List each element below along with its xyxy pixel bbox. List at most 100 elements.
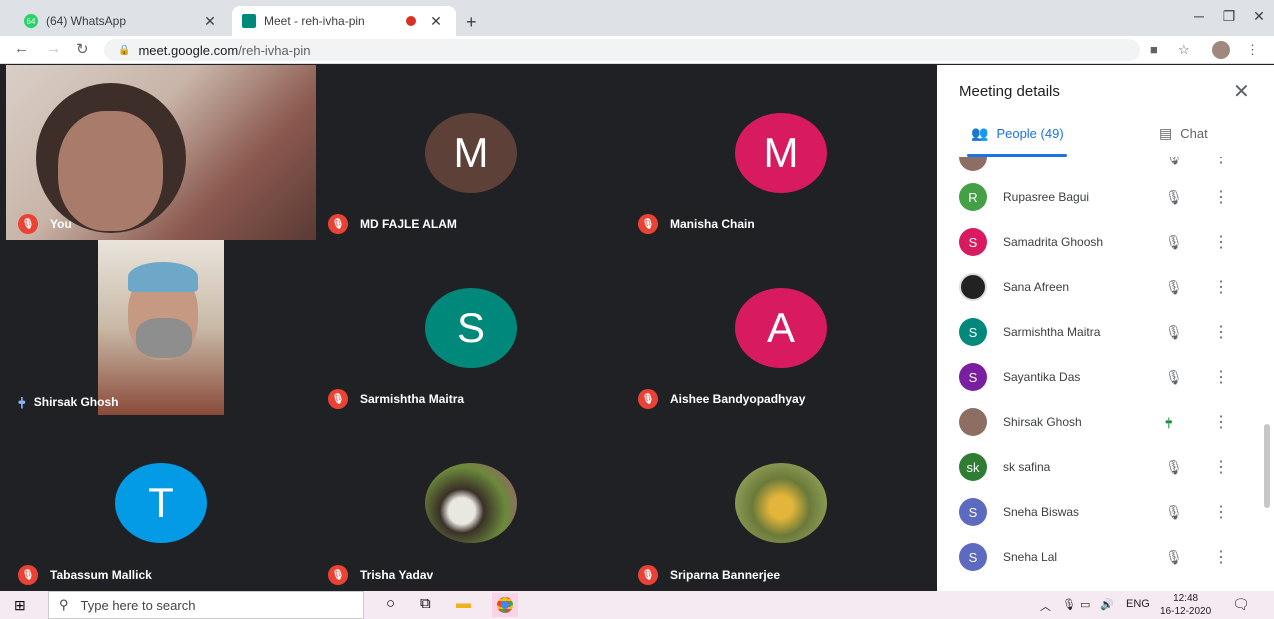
cortana-icon[interactable]: ○ bbox=[386, 595, 395, 612]
avatar: T bbox=[115, 463, 207, 543]
reload-button[interactable]: ↻ bbox=[76, 40, 89, 58]
list-item[interactable]: S Sneha Lal 🎙 ⋮ bbox=[937, 535, 1274, 579]
taskbar-search[interactable]: ⚲ Type here to search bbox=[48, 591, 364, 619]
more-options-icon[interactable]: ⋮ bbox=[1213, 457, 1229, 477]
clock[interactable]: 12:48 16-12-2020 bbox=[1160, 592, 1211, 618]
panel-scrollbar[interactable] bbox=[1264, 424, 1270, 508]
more-options-icon[interactable]: ⋮ bbox=[1213, 157, 1229, 167]
forward-button[interactable]: → bbox=[46, 40, 61, 57]
mic-off-icon: 🎙 bbox=[1165, 368, 1183, 385]
microphone-icon[interactable]: 🎙 bbox=[1062, 598, 1076, 611]
window-close-button[interactable]: ✕ bbox=[1244, 8, 1274, 25]
search-placeholder: Type here to search bbox=[80, 597, 196, 613]
close-icon[interactable]: ✕ bbox=[1233, 79, 1250, 104]
list-item[interactable]: S Sneha Biswas 🎙 ⋮ bbox=[937, 490, 1274, 534]
close-icon[interactable]: ✕ bbox=[200, 13, 220, 30]
network-icon[interactable]: ▭ bbox=[1080, 598, 1090, 611]
url-bar[interactable]: 🔒 meet.google.com/reh-ivha-pin bbox=[104, 39, 1140, 61]
restore-button[interactable]: ❐ bbox=[1214, 8, 1244, 25]
more-options-icon[interactable]: ⋮ bbox=[1213, 187, 1229, 207]
avatar-photo bbox=[959, 273, 987, 301]
mic-off-icon: 🎙 bbox=[18, 214, 38, 234]
participant-name: Sana Afreen bbox=[1003, 280, 1070, 294]
chevron-up-icon[interactable]: ︿ bbox=[1040, 598, 1051, 614]
video-tile[interactable]: •|• Shirsak Ghosh bbox=[6, 240, 316, 415]
tab-people[interactable]: 👥 People (49) bbox=[971, 125, 1064, 142]
tab-whatsapp[interactable]: 64 (64) WhatsApp ✕ bbox=[14, 6, 230, 36]
mic-off-icon: 🎙 bbox=[1165, 503, 1183, 520]
participant-name: Shirsak Ghosh bbox=[1003, 415, 1082, 429]
tile-name: 🎙 Sriparna Bannerjee bbox=[638, 565, 780, 585]
profile-avatar[interactable] bbox=[1212, 41, 1230, 59]
windows-start-icon[interactable]: ⊞ bbox=[14, 597, 26, 614]
mic-off-icon: 🎙 bbox=[1165, 157, 1183, 166]
more-options-icon[interactable]: ⋮ bbox=[1213, 367, 1229, 387]
video-tile[interactable]: 🎙 Sriparna Bannerjee bbox=[626, 415, 937, 591]
back-button[interactable]: ← bbox=[14, 40, 29, 57]
mic-off-icon: 🎙 bbox=[1165, 188, 1183, 205]
tile-name: 🎙 Trisha Yadav bbox=[328, 565, 433, 585]
tile-name: 🎙 Aishee Bandyopadhyay bbox=[638, 389, 805, 409]
tab-chat[interactable]: ▤ Chat bbox=[1159, 125, 1208, 142]
video-tile[interactable]: S 🎙 Sarmishtha Maitra bbox=[316, 240, 626, 415]
star-icon[interactable]: ☆ bbox=[1178, 42, 1190, 58]
file-explorer-icon[interactable]: ▬ bbox=[456, 595, 471, 612]
video-tile[interactable]: T 🎙 Tabassum Mallick bbox=[6, 415, 316, 591]
mic-off-icon: 🎙 bbox=[1165, 233, 1183, 250]
volume-icon[interactable]: 🔊 bbox=[1100, 598, 1114, 611]
speaking-icon: •|• bbox=[1165, 415, 1172, 429]
minimize-button[interactable]: ─ bbox=[1184, 8, 1214, 24]
avatar-photo bbox=[959, 408, 987, 436]
mic-off-icon: 🎙 bbox=[328, 565, 348, 585]
video-tile[interactable]: M 🎙 Manisha Chain bbox=[626, 65, 937, 240]
list-item[interactable]: S Sarmishtha Maitra 🎙 ⋮ bbox=[937, 310, 1274, 354]
list-item[interactable]: R Rupasree Bagui 🎙 ⋮ bbox=[937, 175, 1274, 219]
more-options-icon[interactable]: ⋮ bbox=[1213, 412, 1229, 432]
notification-icon[interactable]: 🗨 bbox=[1232, 596, 1250, 613]
video-tile[interactable]: A 🎙 Aishee Bandyopadhyay bbox=[626, 240, 937, 415]
avatar: S bbox=[959, 498, 987, 526]
new-tab-button[interactable]: + bbox=[466, 12, 477, 33]
list-item[interactable]: Shirsak Ghosh •|• ⋮ bbox=[937, 400, 1274, 444]
panel-title: Meeting details bbox=[959, 83, 1060, 100]
list-item[interactable]: sk sk safina 🎙 ⋮ bbox=[937, 445, 1274, 489]
list-item[interactable]: Sana Afreen 🎙 ⋮ bbox=[937, 265, 1274, 309]
tile-name: 🎙 You bbox=[18, 214, 72, 234]
video-tile[interactable]: M 🎙 MD FAJLE ALAM bbox=[316, 65, 626, 240]
list-item[interactable]: S Sayantika Das 🎙 ⋮ bbox=[937, 355, 1274, 399]
camera-icon[interactable]: ■ bbox=[1150, 42, 1158, 57]
mic-off-icon: 🎙 bbox=[18, 565, 38, 585]
list-item[interactable]: S Samadrita Ghoosh 🎙 ⋮ bbox=[937, 220, 1274, 264]
people-list[interactable]: 🎙 ⋮ R Rupasree Bagui 🎙 ⋮ S Samadrita Gho… bbox=[937, 157, 1274, 591]
meeting-details-panel: Meeting details ✕ 👥 People (49) ▤ Chat 🎙… bbox=[937, 65, 1274, 591]
video-tile[interactable]: 🎙 Trisha Yadav bbox=[316, 415, 626, 591]
lock-icon: 🔒 bbox=[118, 44, 131, 56]
tab-meet[interactable]: Meet - reh-ivha-pin ✕ bbox=[232, 6, 456, 36]
taskbar: ⊞ ⚲ Type here to search ○ ⧉ ▬ ︿ 🎙 ▭ 🔊 EN… bbox=[0, 591, 1274, 619]
close-icon[interactable]: ✕ bbox=[426, 13, 446, 30]
mic-off-icon: 🎙 bbox=[1165, 278, 1183, 295]
chat-icon: ▤ bbox=[1159, 125, 1173, 141]
more-options-icon[interactable]: ⋮ bbox=[1213, 502, 1229, 522]
tile-name: 🎙 Tabassum Mallick bbox=[18, 565, 152, 585]
more-options-icon[interactable]: ⋮ bbox=[1213, 277, 1229, 297]
tile-name: 🎙 Manisha Chain bbox=[638, 214, 755, 234]
participant-name: sk safina bbox=[1003, 460, 1051, 474]
participant-name: Rupasree Bagui bbox=[1003, 190, 1090, 204]
mask bbox=[136, 318, 192, 358]
avatar: A bbox=[735, 288, 827, 368]
whatsapp-icon: 64 bbox=[24, 14, 38, 28]
avatar: S bbox=[959, 318, 987, 346]
task-view-icon[interactable]: ⧉ bbox=[420, 595, 431, 612]
menu-icon[interactable]: ⋮ bbox=[1246, 42, 1259, 58]
more-options-icon[interactable]: ⋮ bbox=[1213, 547, 1229, 567]
video-tile[interactable]: 🎙 You bbox=[6, 65, 316, 240]
language-indicator[interactable]: ENG bbox=[1126, 598, 1150, 610]
mic-off-icon: 🎙 bbox=[1165, 323, 1183, 340]
browser-tabbar: 64 (64) WhatsApp ✕ Meet - reh-ivha-pin ✕… bbox=[0, 0, 1274, 36]
more-options-icon[interactable]: ⋮ bbox=[1213, 322, 1229, 342]
more-options-icon[interactable]: ⋮ bbox=[1213, 232, 1229, 252]
participant-name: Sarmishtha Maitra bbox=[1003, 325, 1101, 339]
address-toolbar: ← → ↻ 🔒 meet.google.com/reh-ivha-pin ■ ☆… bbox=[0, 36, 1274, 64]
chrome-icon[interactable] bbox=[492, 593, 518, 617]
